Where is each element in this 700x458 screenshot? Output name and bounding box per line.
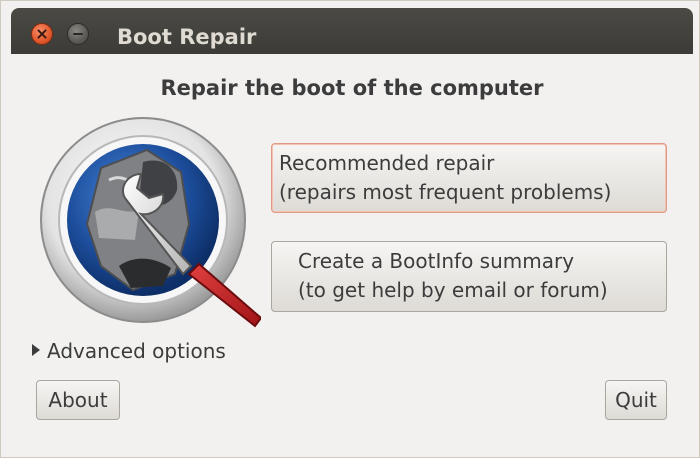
boot-repair-logo xyxy=(40,117,261,328)
advanced-options-expander[interactable]: Advanced options xyxy=(32,339,226,363)
recommended-repair-description: (repairs most frequent problems) xyxy=(279,180,612,204)
window-title: Boot Repair xyxy=(117,25,257,49)
bootinfo-summary-button[interactable]: Create a BootInfo summary (to get help b… xyxy=(271,241,667,312)
about-button[interactable]: About xyxy=(36,380,120,420)
boot-repair-window: Boot Repair Repair the boot of the compu… xyxy=(0,0,700,458)
title-bar[interactable]: Boot Repair xyxy=(11,8,693,54)
bootinfo-summary-description: (to get help by email or forum) xyxy=(298,278,608,302)
close-icon[interactable] xyxy=(31,23,53,45)
recommended-repair-button[interactable]: Recommended repair (repairs most frequen… xyxy=(271,143,667,213)
recommended-repair-label: Recommended repair xyxy=(279,151,495,175)
page-heading: Repair the boot of the computer xyxy=(160,76,544,100)
expander-arrow-icon xyxy=(32,344,40,356)
main-content: Repair the boot of the computer Recommen… xyxy=(11,54,693,447)
bootinfo-summary-label: Create a BootInfo summary xyxy=(298,249,575,273)
quit-button[interactable]: Quit xyxy=(605,380,667,420)
minimize-icon[interactable] xyxy=(67,23,89,45)
advanced-options-label: Advanced options xyxy=(47,339,226,363)
